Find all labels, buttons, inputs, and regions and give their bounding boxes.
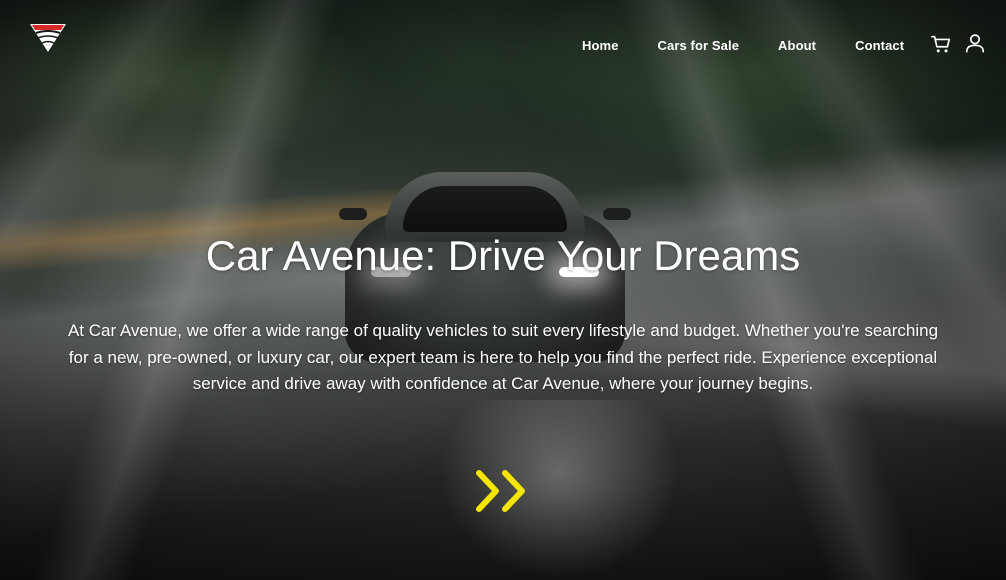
cart-icon[interactable] [930,33,952,55]
nav-about[interactable]: About [778,38,816,53]
hero-description: At Car Avenue, we offer a wide range of … [67,321,939,393]
hero-title: Car Avenue: Drive Your Dreams [205,232,801,279]
double-chevron-right-icon[interactable] [474,468,532,514]
site-header: Home Cars for Sale About Contact [0,0,1006,86]
hero-section: Home Cars for Sale About Contact Car Ave… [0,0,1006,580]
nav-cars-for-sale[interactable]: Cars for Sale [658,38,740,53]
nav-contact[interactable]: Contact [855,38,904,53]
main-nav: Home Cars for Sale About Contact [582,34,986,56]
nav-home[interactable]: Home [582,38,619,53]
car-avenue-logo[interactable] [28,20,68,54]
user-icon[interactable] [964,32,986,54]
